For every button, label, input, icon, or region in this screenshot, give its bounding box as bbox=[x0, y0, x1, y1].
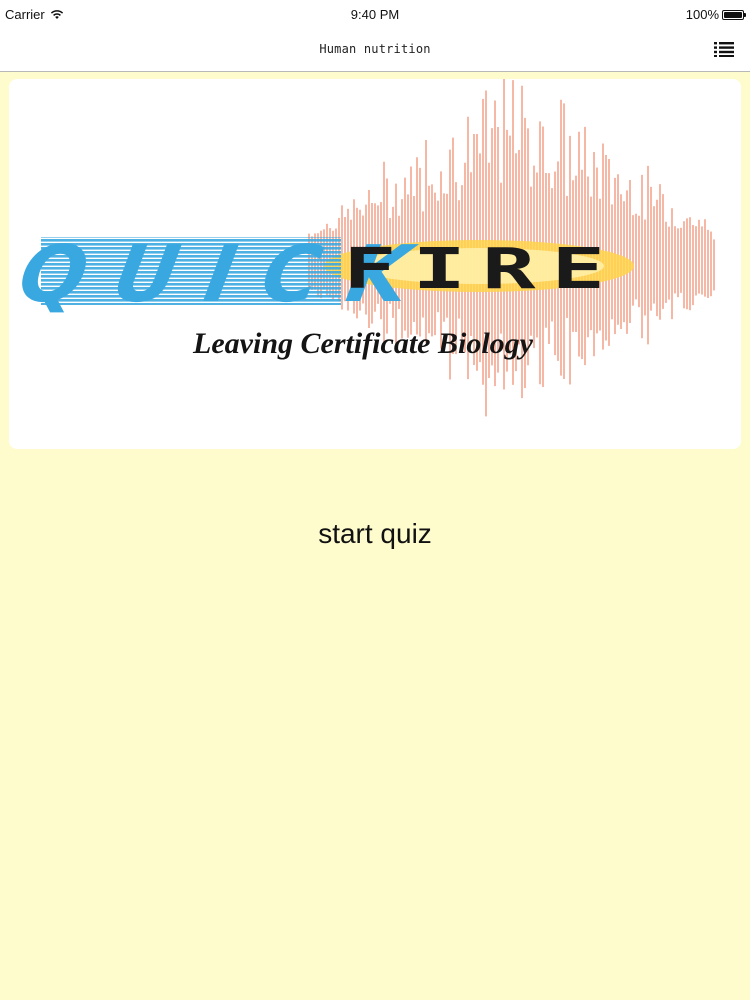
banner-subtitle: Leaving Certificate Biology bbox=[193, 327, 533, 360]
battery-icon bbox=[722, 9, 746, 20]
status-time: 9:40 PM bbox=[350, 7, 400, 22]
status-bar: Carrier 9:40 PM 100% bbox=[0, 0, 750, 30]
list-icon[interactable] bbox=[714, 41, 734, 57]
status-right: 100% bbox=[685, 7, 746, 22]
quickfire-logo: QUICK FIRE bbox=[13, 79, 715, 417]
nav-bar: Human nutrition bbox=[0, 30, 750, 72]
quickfire-banner: QUICK FIRE Leaving Certificate Biology bbox=[9, 79, 741, 449]
nav-title: Human nutrition bbox=[319, 42, 431, 56]
start-quiz-button[interactable]: start quiz bbox=[0, 518, 750, 550]
battery-percent: 100% bbox=[685, 7, 719, 22]
logo-fire: FIRE bbox=[343, 237, 621, 302]
